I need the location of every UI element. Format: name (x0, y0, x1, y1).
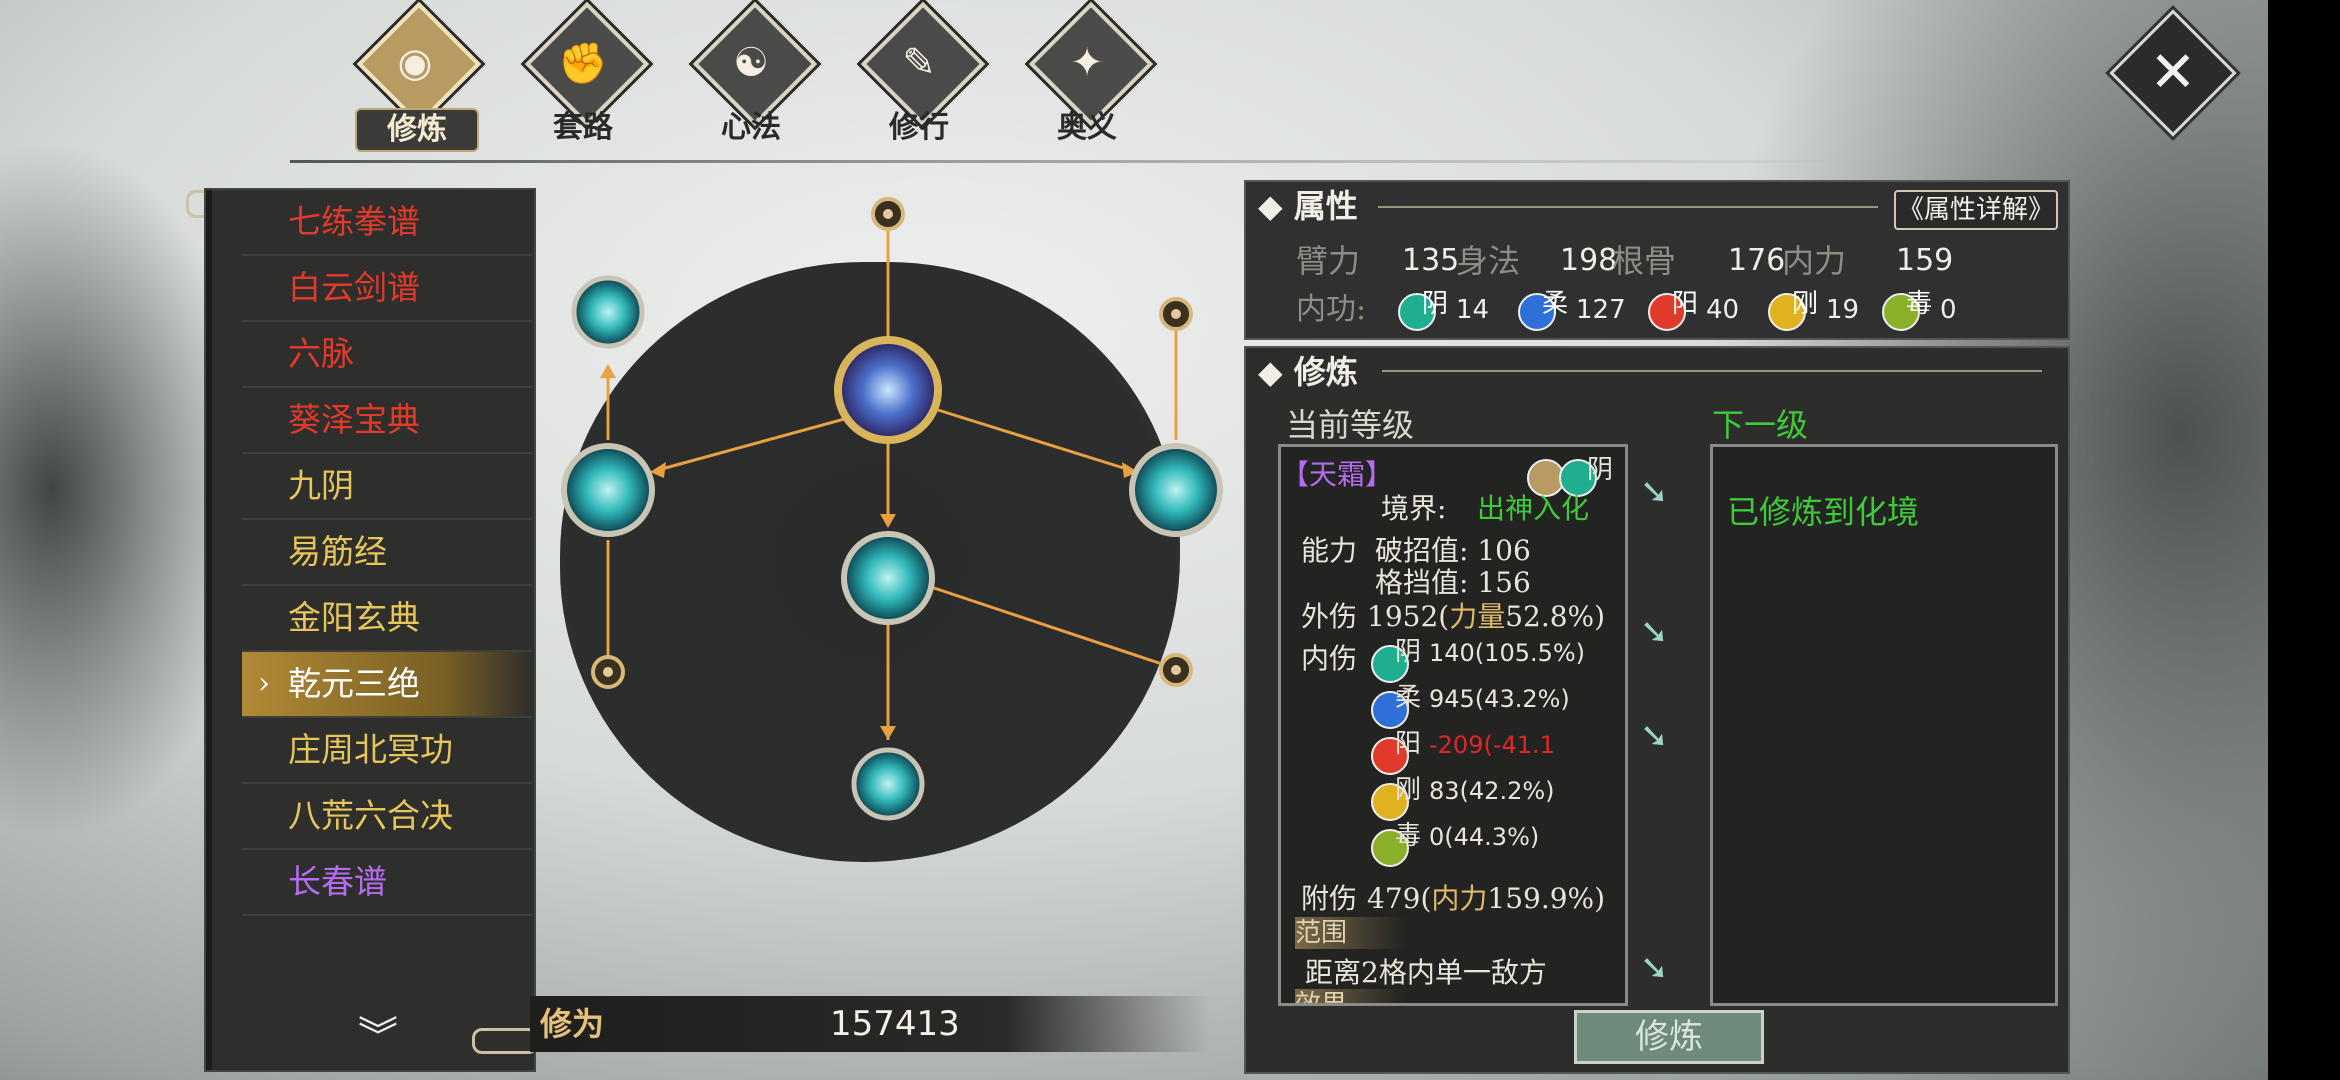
element-char: 阳 (1395, 729, 1422, 759)
ability-label: 能力 (1301, 534, 1358, 567)
attribute-detail-button[interactable]: 《属性详解》 (1894, 190, 2058, 230)
xiulian-panel: ◆ 修炼 当前等级 下一级 【天霜】 阴 境界: 出神入化 能力 破招值: 10… (1244, 346, 2070, 1074)
stat-name: 内力 (1782, 242, 1847, 280)
stat-value: 135 (1402, 243, 1460, 278)
element-char: 毒 (1395, 821, 1422, 851)
xiulian-button[interactable]: 修炼 (1574, 1010, 1764, 1064)
arrow-head-icon (880, 726, 896, 740)
element-value: 0 (1940, 295, 1957, 325)
range-text: 距离2格内单一敌方 (1305, 956, 1547, 989)
tree-lock-node[interactable] (1159, 653, 1193, 687)
skill-node[interactable] (851, 747, 925, 821)
current-level-label: 当前等级 (1286, 406, 1415, 444)
skill-node[interactable] (841, 531, 935, 625)
element-char: 阳 (1672, 289, 1699, 319)
element-char: 阴 (1395, 637, 1422, 667)
tree-lock-node[interactable] (1159, 297, 1193, 331)
stat-name: 臂力 (1296, 242, 1361, 280)
attribute-panel: ◆ 属性 《属性详解》 臂力 135 身法 198 根骨 176 内力 159 … (1244, 180, 2070, 340)
waishang-label: 外伤 (1301, 600, 1358, 633)
forward-arrow-icon: ➘ (1640, 948, 1669, 988)
arrow-head-icon (880, 514, 896, 528)
forward-arrow-icon: ➘ (1640, 472, 1669, 512)
element-char: 毒 (1906, 289, 1933, 319)
title-divider (1378, 206, 1878, 208)
element-char: 刚 (1395, 775, 1422, 805)
stat-value: 198 (1560, 243, 1618, 278)
waishang-value: 1952(力量52.8%) (1367, 600, 1606, 633)
element-char: 阴 (1422, 289, 1449, 319)
stat-value: 176 (1728, 243, 1786, 278)
xiuwei-label: 修为 (540, 1005, 605, 1043)
neigong-label: 内功: (1296, 292, 1367, 327)
neishang-label: 内伤 (1301, 642, 1358, 675)
neishang-value: 140(105.5%) (1429, 639, 1586, 667)
fushang-value: 479(内力159.9%) (1367, 882, 1606, 915)
arrow-head-icon (600, 364, 616, 378)
title-divider (1382, 370, 2042, 372)
skill-node[interactable] (571, 275, 645, 349)
element-value: 127 (1576, 295, 1626, 325)
skill-node[interactable] (561, 443, 655, 537)
tree-lock-node[interactable] (591, 655, 625, 689)
skill-node-tianshuang[interactable] (834, 336, 942, 444)
realm-value: 出神入化 (1477, 492, 1590, 525)
element-char: 柔 (1395, 683, 1422, 713)
xiuwei-value: 157413 (830, 1004, 960, 1044)
stat-name: 身法 (1456, 242, 1521, 280)
attribute-title: ◆ 属性 (1258, 187, 1358, 225)
fushang-label: 附伤 (1301, 882, 1358, 915)
skill-attr: 阴 (1587, 455, 1614, 485)
element-value: 14 (1456, 295, 1490, 325)
realm-label: 境界: (1381, 492, 1447, 525)
forward-arrow-icon: ➘ (1640, 612, 1669, 652)
next-level-text: 已修炼到化境 (1727, 493, 1920, 531)
skill-name: 【天霜】 (1281, 458, 1394, 491)
next-level-box: 已修炼到化境 (1710, 444, 2058, 1006)
skill-node[interactable] (1129, 443, 1223, 537)
neishang-value: 83(42.2%) (1429, 777, 1555, 805)
current-level-box: 【天霜】 阴 境界: 出神入化 能力 破招值: 106 格挡值: 156 外伤 … (1278, 444, 1628, 1006)
neishang-value: 0(44.3%) (1429, 823, 1540, 851)
stat-name: 根骨 (1612, 242, 1677, 280)
neishang-value: -209(-41.1 (1429, 731, 1555, 759)
forward-arrow-icon: ➘ (1640, 716, 1669, 756)
tree-lock-node[interactable] (871, 197, 905, 231)
tree-connectors (606, 214, 1178, 740)
xiulian-title: ◆ 修炼 (1258, 353, 1358, 391)
next-level-label: 下一级 (1712, 406, 1809, 444)
element-value: 19 (1826, 295, 1860, 325)
element-char: 柔 (1542, 289, 1569, 319)
stat-value: 159 (1896, 243, 1954, 278)
neishang-value: 945(43.2%) (1429, 685, 1570, 713)
element-char: 刚 (1792, 289, 1819, 319)
element-value: 40 (1706, 295, 1740, 325)
effect-tag: 效果 (1295, 989, 1405, 1003)
range-tag: 范围 (1295, 917, 1405, 949)
